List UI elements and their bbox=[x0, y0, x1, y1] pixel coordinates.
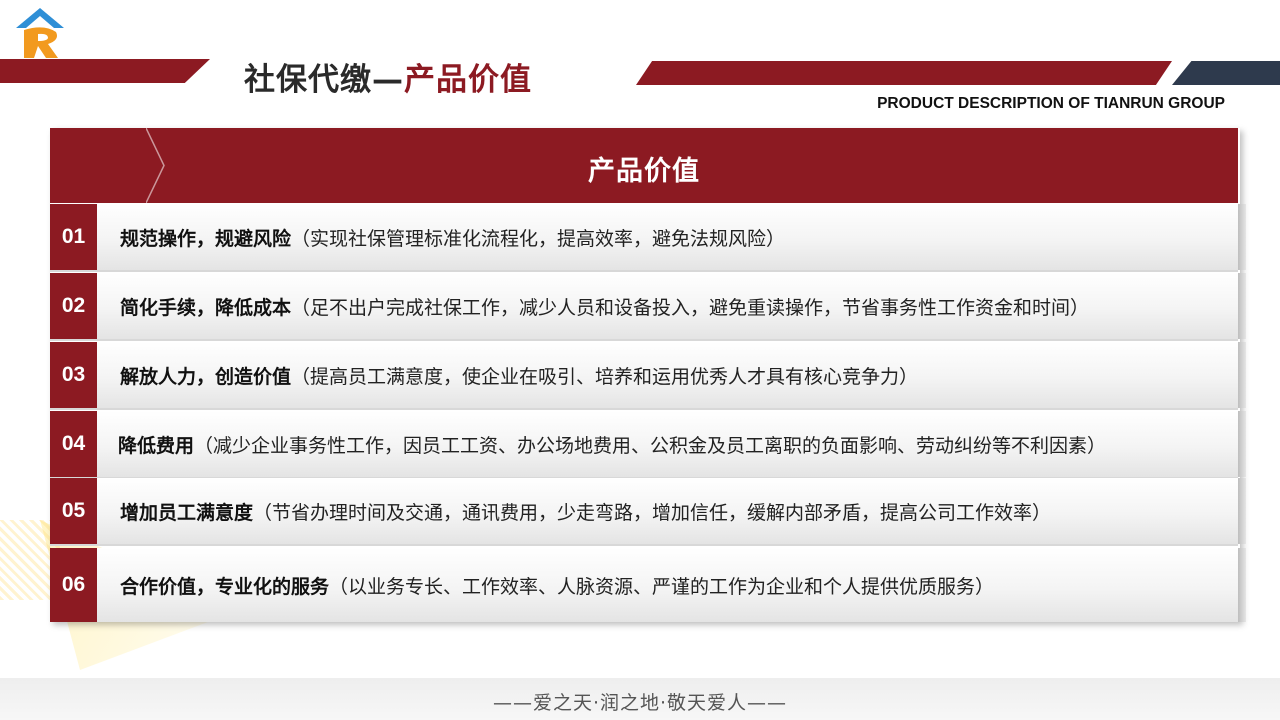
page-subtitle: PRODUCT DESCRIPTION OF TIANRUN GROUP bbox=[877, 95, 1225, 112]
item-text: 增加员工满意度 （节省办理时间及交通，通讯费用，少走弯路，增加信任，缓解内部矛盾，… bbox=[120, 478, 1051, 544]
list-item: 06 合作价值，专业化的服务 （以业务专长、工作效率、人脉资源、严谨的工作为企业… bbox=[50, 548, 1246, 622]
item-description: （实现社保管理标准化流程化，提高效率，避免法规风险） bbox=[291, 227, 786, 250]
item-description: （节省办理时间及交通，通讯费用，少走弯路，增加信任，缓解内部矛盾，提高公司工作效… bbox=[253, 501, 1052, 524]
company-logo-icon bbox=[16, 8, 64, 58]
item-number: 03 bbox=[50, 342, 97, 408]
item-number: 06 bbox=[50, 548, 97, 622]
item-heading: 规范操作，规避风险 bbox=[120, 227, 292, 250]
list-item: 01 规范操作，规避风险 （实现社保管理标准化流程化，提高效率，避免法规风险） bbox=[50, 204, 1246, 272]
list-item: 04 降低费用 （减少企业事务性工作，因员工工资、办公场地费用、公积金及员工离职的… bbox=[50, 411, 1246, 479]
item-number: 04 bbox=[50, 411, 97, 477]
item-description: （足不出户完成社保工作，减少人员和设备投入，避免重读操作，节省事务性工作资金和时… bbox=[291, 296, 1090, 319]
header-band-left bbox=[0, 59, 210, 83]
footer-motto: ——爱之天·润之地·敬天爱人—— bbox=[492, 692, 788, 714]
item-heading: 简化手续，降低成本 bbox=[120, 296, 292, 319]
item-heading: 解放人力，创造价值 bbox=[120, 365, 292, 388]
list-item: 02 简化手续，降低成本 （足不出户完成社保工作，减少人员和设备投入，避免重读操作… bbox=[50, 273, 1246, 341]
item-heading: 降低费用 bbox=[118, 434, 195, 457]
item-text: 简化手续，降低成本 （足不出户完成社保工作，减少人员和设备投入，避免重读操作，节省… bbox=[120, 273, 1089, 339]
item-text: 规范操作，规避风险 （实现社保管理标准化流程化，提高效率，避免法规风险） bbox=[120, 204, 785, 270]
page-title-prefix: 社保代缴— bbox=[244, 62, 404, 98]
panel-header: 产品价值 bbox=[50, 128, 1238, 203]
item-description: （以业务专长、工作效率、人脉资源、严谨的工作为企业和个人提供优质服务） bbox=[329, 575, 995, 598]
page-title: 社保代缴—产品价值 bbox=[244, 54, 532, 99]
item-heading: 增加员工满意度 bbox=[120, 501, 254, 524]
panel-header-label: 产品价值 bbox=[588, 156, 700, 187]
item-text: 降低费用 （减少企业事务性工作，因员工工资、办公场地费用、公积金及员工离职的负面影… bbox=[118, 411, 1106, 477]
item-heading: 合作价值，专业化的服务 bbox=[120, 575, 330, 598]
header-band-right bbox=[636, 61, 1172, 85]
item-text: 合作价值，专业化的服务 （以业务专长、工作效率、人脉资源、严谨的工作为企业和个人… bbox=[120, 548, 994, 622]
footer-bar: ——爱之天·润之地·敬天爱人—— bbox=[0, 678, 1280, 720]
header-band-navy bbox=[1172, 61, 1280, 85]
item-description: （减少企业事务性工作，因员工工资、办公场地费用、公积金及员工离职的负面影响、劳动… bbox=[194, 434, 1107, 457]
item-text: 解放人力，创造价值 （提高员工满意度，使企业在吸引、培养和运用优秀人才具有核心竞争… bbox=[120, 342, 918, 408]
item-number: 01 bbox=[50, 204, 97, 270]
item-number: 05 bbox=[50, 478, 97, 544]
product-value-panel: 产品价值 01 规范操作，规避风险 （实现社保管理标准化流程化，提高效率，避免法规… bbox=[50, 128, 1246, 622]
list-item: 03 解放人力，创造价值 （提高员工满意度，使企业在吸引、培养和运用优秀人才具有核… bbox=[50, 342, 1246, 410]
item-number: 02 bbox=[50, 273, 97, 339]
item-description: （提高员工满意度，使企业在吸引、培养和运用优秀人才具有核心竞争力） bbox=[291, 365, 919, 388]
page-title-accent: 产品价值 bbox=[404, 62, 532, 98]
list-item: 05 增加员工满意度 （节省办理时间及交通，通讯费用，少走弯路，增加信任，缓解内部… bbox=[50, 478, 1246, 546]
